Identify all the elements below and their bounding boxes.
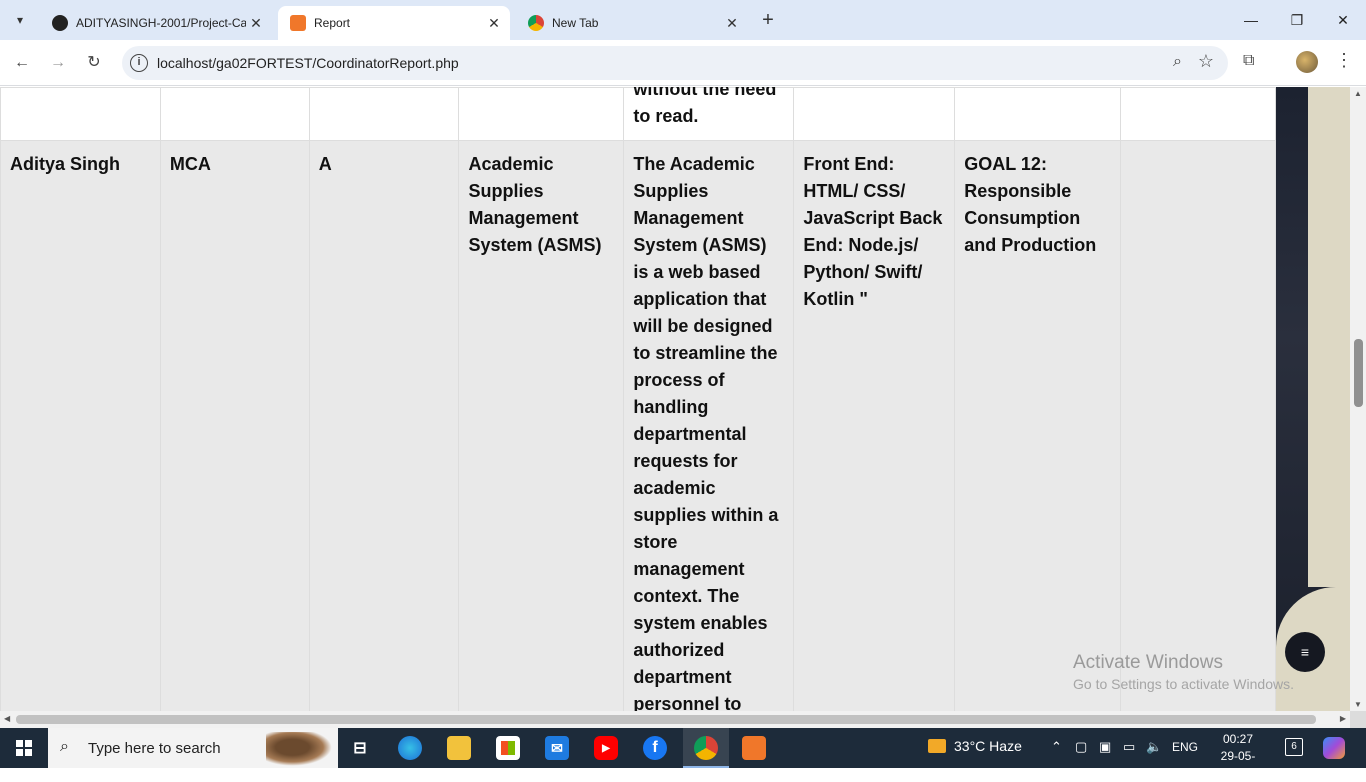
- chrome-icon: [528, 15, 544, 31]
- tab-search-button[interactable]: ▾: [8, 8, 32, 32]
- tab-title: Report: [314, 16, 351, 30]
- section-cell: A: [308, 140, 460, 711]
- volume-icon[interactable]: 🔈: [1146, 739, 1162, 755]
- scrollbar-thumb[interactable]: [16, 715, 1316, 724]
- xampp-icon: [290, 15, 306, 31]
- file-explorer-icon[interactable]: [447, 736, 471, 760]
- side-decoration: [1308, 87, 1350, 587]
- bookmark-star-icon[interactable]: ☆: [1198, 51, 1214, 72]
- notification-icon[interactable]: 6: [1285, 738, 1303, 756]
- clock[interactable]: 00:27 29-05-2024: [1208, 731, 1268, 782]
- menu-icon[interactable]: ⋮: [1335, 50, 1353, 71]
- activation-watermark: Activate Windows: [1073, 652, 1223, 673]
- copilot-icon[interactable]: [1323, 737, 1345, 759]
- tab-github[interactable]: ADITYASINGH-2001/Project-Ca ✕: [40, 6, 272, 40]
- report-table: without the need to read. Aditya Singh M…: [0, 87, 1276, 711]
- address-bar[interactable]: i localhost/ga02FORTEST/CoordinatorRepor…: [122, 46, 1228, 80]
- tab-report[interactable]: Report ✕: [278, 6, 510, 40]
- restore-button[interactable]: ❐: [1274, 0, 1320, 40]
- extensions-icon[interactable]: ⧉: [1243, 52, 1254, 70]
- minimize-button[interactable]: —: [1228, 0, 1274, 40]
- camera-icon[interactable]: ▣: [1099, 739, 1111, 755]
- activation-watermark-subtext: Go to Settings to activate Windows.: [1073, 676, 1294, 692]
- chevron-down-icon: ▾: [16, 13, 24, 27]
- close-icon[interactable]: ✕: [722, 15, 742, 32]
- table-row: Aditya Singh MCA A Academic Supplies Man…: [0, 140, 1276, 711]
- back-button[interactable]: ←: [10, 51, 34, 75]
- meet-now-icon[interactable]: ▢: [1075, 739, 1087, 755]
- sdg-goal-cell: GOAL 12: Responsible Consumption and Pro…: [954, 140, 1122, 711]
- name-cell: Aditya Singh: [0, 140, 161, 711]
- page-content: without the need to read. Aditya Singh M…: [0, 87, 1350, 711]
- description-cell: without the need to read.: [633, 87, 777, 126]
- tab-title: ADITYASINGH-2001/Project-Ca: [76, 16, 246, 30]
- reload-button[interactable]: ↻: [82, 51, 106, 75]
- task-view-icon[interactable]: ⊟: [348, 736, 372, 760]
- forward-button[interactable]: →: [46, 51, 70, 75]
- search-placeholder: Type here to search: [88, 740, 221, 757]
- zoom-icon[interactable]: ⌕: [1173, 53, 1182, 71]
- search-icon: ⌕: [60, 738, 69, 755]
- github-icon: [52, 15, 68, 31]
- browser-toolbar: ← → ↻ i localhost/ga02FORTEST/Coordinato…: [0, 40, 1366, 86]
- mail-icon[interactable]: ✉: [545, 736, 569, 760]
- start-button[interactable]: [0, 728, 48, 768]
- xampp-taskbar-icon[interactable]: [742, 736, 766, 760]
- chrome-taskbar-icon[interactable]: [694, 736, 718, 760]
- clock-date: 29-05-2024: [1220, 749, 1256, 780]
- windows-icon: [16, 740, 32, 756]
- scroll-right-icon[interactable]: ▶: [1340, 714, 1346, 723]
- extra-cell: [1120, 140, 1276, 711]
- scrollbar-thumb[interactable]: [1354, 339, 1363, 407]
- tab-title: New Tab: [552, 16, 599, 30]
- weather-text: 33°C Haze: [954, 738, 1022, 754]
- profile-avatar[interactable]: [1296, 51, 1318, 73]
- course-cell: MCA: [159, 140, 310, 711]
- scrollbar-corner: [1350, 711, 1366, 728]
- url-text[interactable]: localhost/ga02FORTEST/CoordinatorReport.…: [157, 55, 459, 71]
- notification-count: 6: [1291, 741, 1297, 752]
- taskbar: ⌕ Type here to search ⊟ ✉ ▶ f 33°C Haze …: [0, 728, 1366, 780]
- new-tab-button[interactable]: +: [758, 9, 778, 31]
- search-highlight-image: [266, 732, 332, 766]
- site-info-icon[interactable]: i: [130, 54, 148, 72]
- language-indicator[interactable]: ENG: [1172, 740, 1198, 754]
- weather-widget[interactable]: 33°C Haze: [928, 738, 1022, 754]
- technology-cell: Front End: HTML/ CSS/ JavaScript Back En…: [793, 140, 956, 711]
- chevron-up-icon[interactable]: ⌃: [1051, 739, 1062, 755]
- tab-strip: ▾ ADITYASINGH-2001/Project-Ca ✕ Report ✕…: [0, 0, 1366, 40]
- description-cell: The Academic Supplies Management System …: [623, 140, 795, 711]
- project-title-cell: Academic Supplies Management System (ASM…: [458, 140, 625, 711]
- taskbar-search[interactable]: ⌕ Type here to search: [48, 728, 338, 768]
- edge-icon[interactable]: [398, 736, 422, 760]
- scroll-left-icon[interactable]: ◀: [4, 714, 10, 723]
- vertical-scrollbar[interactable]: ▲ ▼: [1350, 87, 1366, 711]
- clock-time: 00:27: [1222, 732, 1254, 746]
- youtube-icon[interactable]: ▶: [594, 736, 618, 760]
- close-icon[interactable]: ✕: [484, 15, 504, 32]
- window-close-button[interactable]: ✕: [1320, 0, 1366, 40]
- horizontal-scrollbar[interactable]: ◀ ▶: [0, 711, 1350, 728]
- scroll-up-icon[interactable]: ▲: [1354, 89, 1362, 98]
- weather-icon: [928, 739, 946, 753]
- tab-new-tab[interactable]: New Tab ✕: [516, 6, 748, 40]
- scroll-down-icon[interactable]: ▼: [1354, 700, 1362, 709]
- floating-menu-button[interactable]: ≡: [1285, 632, 1325, 672]
- store-icon[interactable]: [496, 736, 520, 760]
- battery-icon[interactable]: ▭: [1123, 739, 1135, 755]
- facebook-icon[interactable]: f: [643, 736, 667, 760]
- menu-lines-icon: ≡: [1300, 644, 1310, 660]
- table-row: without the need to read.: [0, 87, 1276, 141]
- close-icon[interactable]: ✕: [246, 15, 266, 32]
